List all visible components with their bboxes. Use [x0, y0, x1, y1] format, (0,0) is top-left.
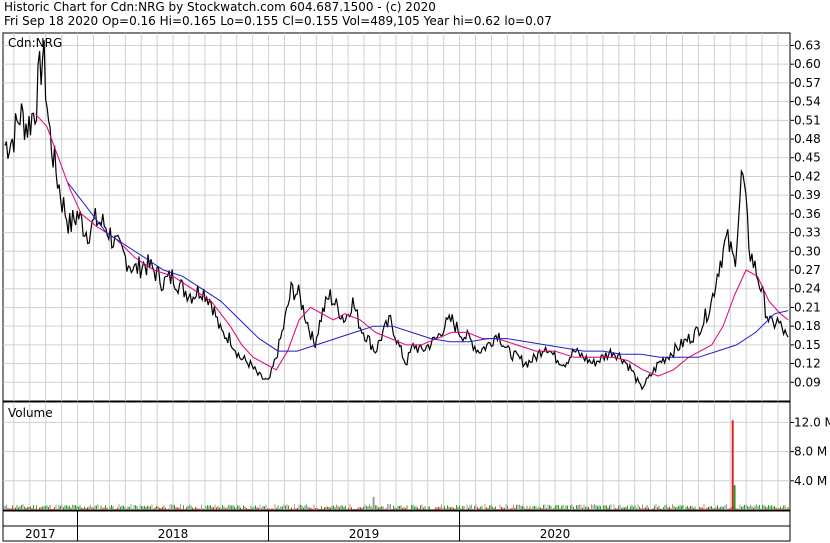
- price-tick-label: 0.45: [794, 151, 821, 165]
- volume-y-axis: 4.0 M 8.0 M 12.0 M: [790, 415, 830, 488]
- price-tick-label: 0.33: [794, 226, 821, 240]
- price-tick-label: 0.18: [794, 319, 821, 333]
- price-tick-label: 0.30: [794, 244, 821, 258]
- price-tick-label: 0.15: [794, 338, 821, 352]
- price-y-axis: 0.09 0.12 0.15 0.18 0.21 0.24 0.27 0.30 0.33 0.36…: [790, 38, 821, 389]
- price-tick-label: 0.63: [794, 38, 821, 52]
- stock-chart: 0.09 0.12 0.15 0.18 0.21 0.24 0.27 0.30 0.33 0.36…: [2, 32, 830, 542]
- volume-panel-frame: [2, 401, 791, 511]
- volume-tick-label: 4.0 M: [794, 474, 827, 488]
- price-panel-title: Cdn:NRG: [8, 36, 62, 50]
- price-tick-label: 0.36: [794, 207, 821, 221]
- year-label: 2020: [540, 527, 571, 541]
- price-tick-label: 0.21: [794, 300, 821, 314]
- price-tick-label: 0.54: [794, 95, 821, 109]
- price-tick-label: 0.09: [794, 375, 821, 389]
- price-tick-label: 0.42: [794, 169, 821, 183]
- volume-panel-title: Volume: [8, 406, 53, 420]
- year-label: 2019: [349, 527, 380, 541]
- year-label: 2018: [158, 527, 189, 541]
- price-tick-label: 0.24: [794, 282, 821, 296]
- price-tick-label: 0.51: [794, 113, 821, 127]
- volume-tick-label: 12.0 M: [794, 415, 830, 429]
- price-tick-label: 0.57: [794, 76, 821, 90]
- year-label: 2017: [25, 527, 56, 541]
- volume-tick-label: 8.0 M: [794, 445, 827, 459]
- price-tick-label: 0.27: [794, 263, 821, 277]
- price-tick-label: 0.12: [794, 357, 821, 371]
- price-tick-label: 0.48: [794, 132, 821, 146]
- price-tick-label: 0.39: [794, 188, 821, 202]
- price-tick-label: 0.60: [794, 57, 821, 71]
- price-panel-frame: [2, 32, 791, 402]
